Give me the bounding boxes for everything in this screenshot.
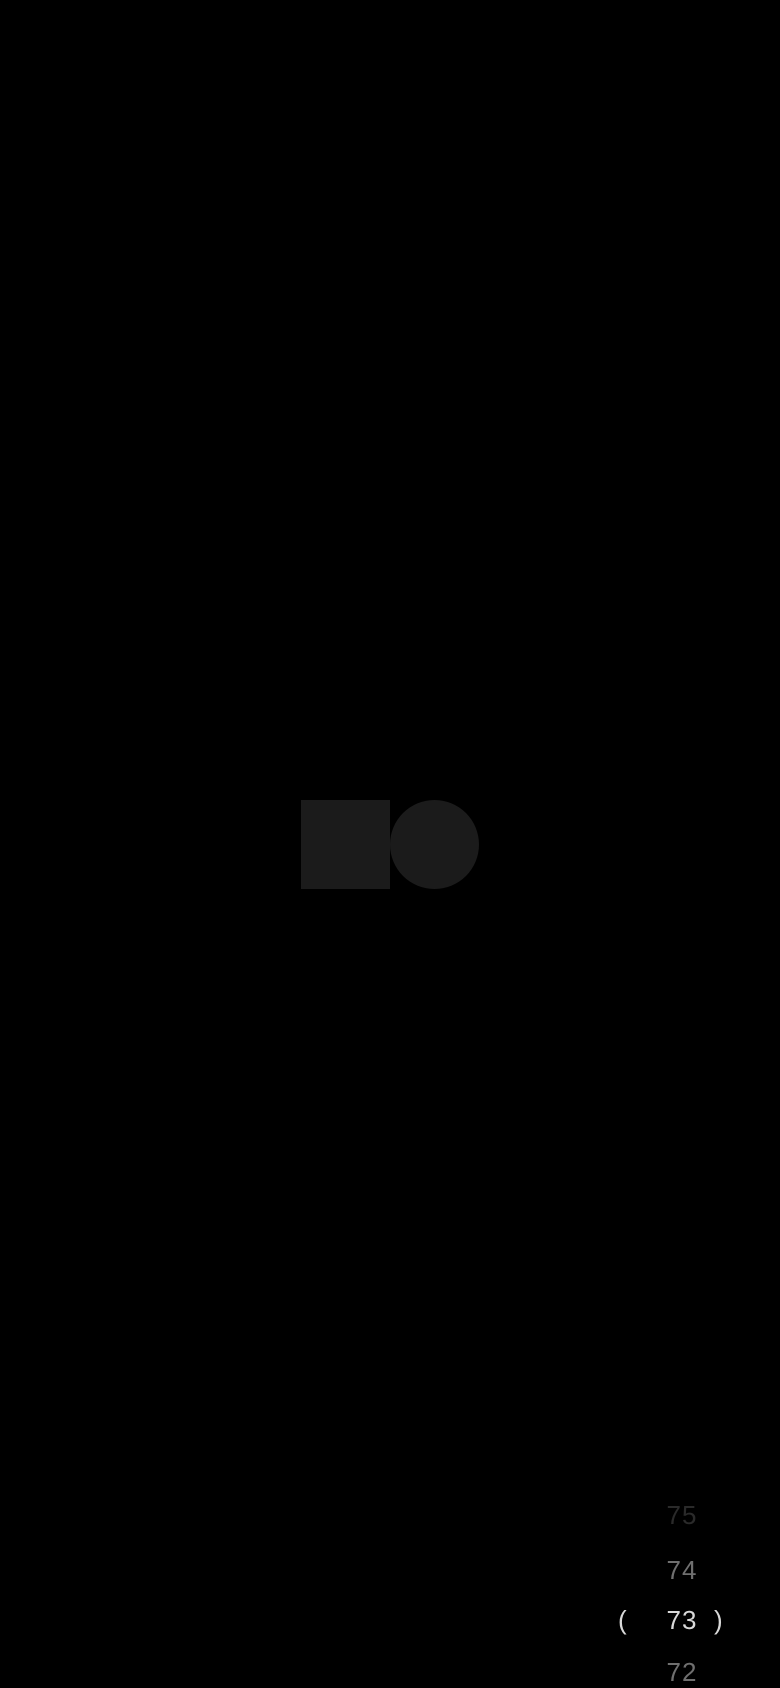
selection-right-bracket: ) bbox=[714, 1605, 723, 1635]
picker-item[interactable]: 75 bbox=[652, 1500, 712, 1530]
logo-square-shape bbox=[301, 800, 390, 889]
screen: 75 74 ( 73 ) 72 bbox=[0, 0, 780, 1688]
picker-selected-item[interactable]: 73 bbox=[652, 1605, 712, 1635]
square-circle-logo-icon bbox=[301, 800, 479, 889]
selection-left-bracket: ( bbox=[618, 1605, 627, 1635]
number-picker[interactable]: 75 74 ( 73 ) 72 bbox=[610, 1500, 780, 1688]
logo-circle-shape bbox=[390, 800, 479, 889]
picker-item[interactable]: 74 bbox=[652, 1555, 712, 1585]
picker-item[interactable]: 72 bbox=[652, 1657, 712, 1687]
